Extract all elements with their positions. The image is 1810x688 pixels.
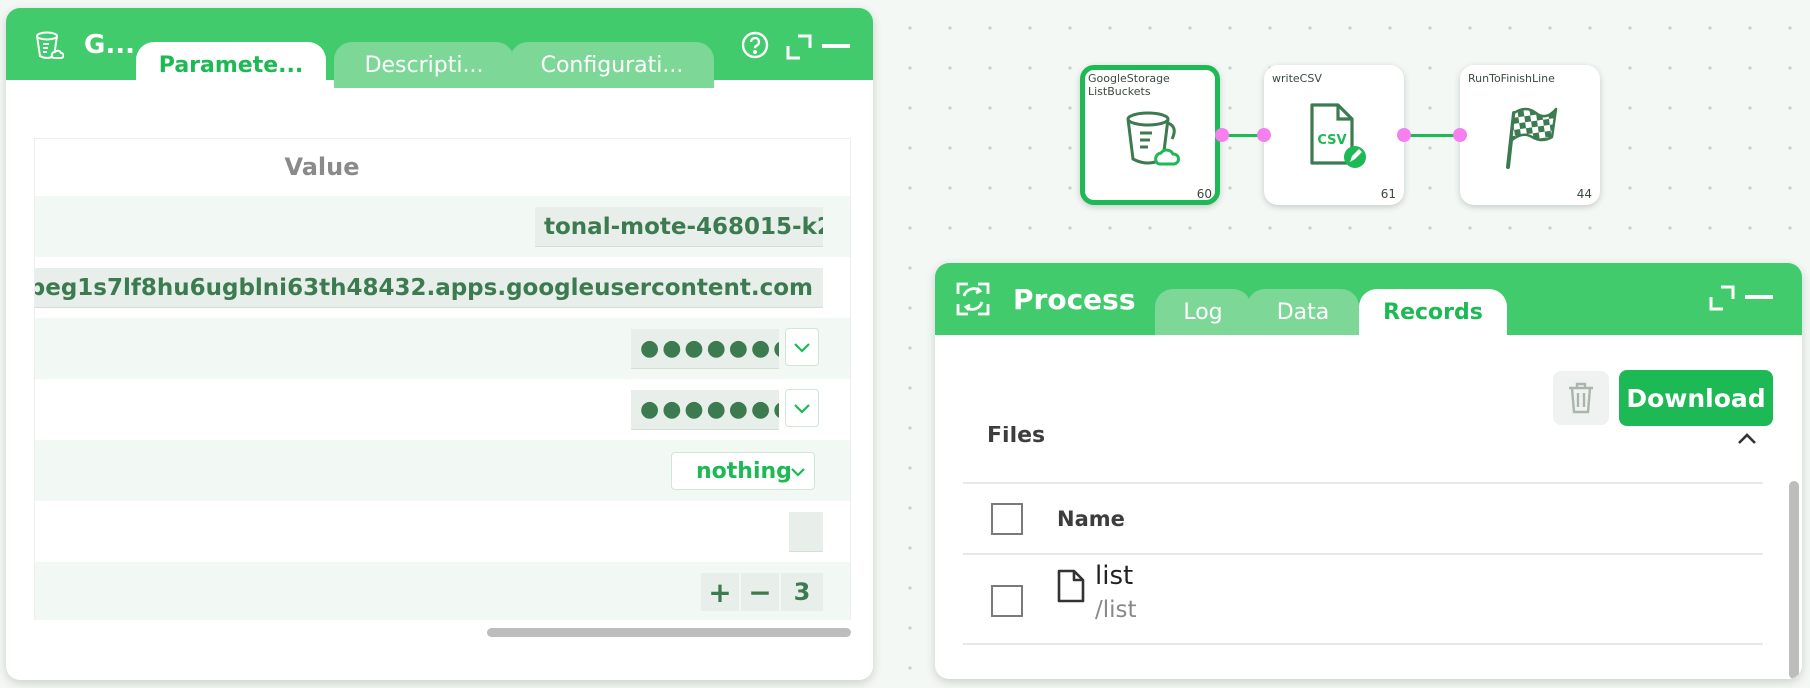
table-row [34, 501, 851, 562]
tab-log[interactable]: Log [1155, 289, 1251, 335]
horizontal-scrollbar[interactable] [487, 628, 851, 637]
node-number: 60 [1196, 187, 1212, 201]
tab-parameters[interactable]: Paramete... [136, 42, 326, 88]
download-button[interactable]: Download [1619, 370, 1773, 426]
panel-title: Process [1013, 283, 1136, 316]
files-section-title: Files [987, 426, 1046, 446]
tab-label: Data [1276, 299, 1330, 325]
file-path: /list [1095, 597, 1137, 623]
option-select[interactable]: nothing [671, 452, 815, 490]
select-value: nothing [696, 458, 792, 484]
trash-icon [1569, 382, 1593, 414]
table-row: tonal-mote-468015-k2 [34, 196, 851, 257]
tab-records[interactable]: Records [1359, 289, 1507, 335]
connector-line [1404, 134, 1460, 137]
minimize-icon[interactable] [820, 38, 852, 56]
csv-icon-text: CSV [1317, 133, 1346, 148]
tab-label: Descripti... [364, 52, 484, 78]
parameters-panel: G... Paramete... Descripti... Configurat… [6, 8, 873, 680]
select-all-checkbox[interactable] [991, 503, 1023, 535]
list-item[interactable]: list /list [963, 555, 1763, 643]
value-header-label: Value [284, 153, 360, 181]
parameters-panel-header: G... Paramete... Descripti... Configurat… [6, 8, 873, 88]
stepper-minus-button[interactable]: − [741, 573, 779, 611]
process-panel: Process Log Data Records Download Files [935, 263, 1802, 679]
client-secret-field[interactable]: ●●●●●●●●●● [631, 329, 779, 369]
value-column-header: Value [34, 138, 851, 196]
file-name: list [1095, 561, 1134, 591]
expand-icon[interactable] [784, 32, 814, 62]
client-secret-dropdown[interactable] [785, 328, 819, 366]
checkered-flag-icon [1504, 101, 1560, 171]
bucket-cloud-icon [1121, 108, 1185, 172]
node-number: 61 [1380, 187, 1396, 201]
divider [963, 482, 1763, 484]
table-row: nothing [34, 440, 851, 501]
node-writecsv[interactable]: writeCSV CSV 61 [1264, 65, 1404, 205]
client-id-field[interactable]: 0dtbbeg1s7lf8hu6ugblni63th48432.apps.goo… [35, 268, 823, 308]
csv-file-icon: CSV [1306, 101, 1370, 171]
table-row: ●●●●●●●●●● [34, 318, 851, 379]
input-port[interactable] [1257, 128, 1271, 142]
divider [963, 643, 1763, 645]
chevron-down-icon [791, 468, 805, 477]
node-label-line: ListBuckets [1088, 85, 1151, 98]
output-port[interactable] [1215, 128, 1229, 142]
table-row: 0dtbbeg1s7lf8hu6ugblni63th48432.apps.goo… [34, 257, 851, 318]
node-label: GoogleStorage ListBuckets [1088, 72, 1170, 98]
vertical-scrollbar[interactable] [1789, 481, 1799, 679]
node-googlestorage-listbuckets[interactable]: GoogleStorage ListBuckets 60 [1080, 65, 1220, 205]
project-id-field[interactable]: tonal-mote-468015-k2 [535, 207, 823, 247]
node-label: RunToFinishLine [1468, 72, 1555, 85]
tab-label: Log [1183, 299, 1223, 325]
help-icon[interactable] [738, 28, 772, 62]
client-id-value: 0dtbbeg1s7lf8hu6ugblni63th48432.apps.goo… [35, 275, 813, 301]
stepper-value[interactable]: 3 [781, 573, 823, 611]
row-checkbox[interactable] [991, 585, 1023, 617]
process-icon [953, 279, 993, 319]
delete-button[interactable] [1553, 371, 1609, 425]
file-icon [1055, 567, 1087, 605]
tab-label: Paramete... [158, 52, 304, 78]
tab-configuration[interactable]: Configurati... [510, 42, 714, 88]
tab-description[interactable]: Descripti... [334, 42, 514, 88]
parameters-table: Value tonal-mote-468015-k2 0dtbbeg1s7lf8… [34, 138, 851, 620]
expand-icon[interactable] [1707, 283, 1737, 313]
table-row: ●●●●●●●●●● [34, 379, 851, 440]
bucket-icon [32, 28, 66, 64]
minimize-icon[interactable] [1743, 289, 1775, 307]
node-number: 44 [1576, 187, 1592, 201]
chevron-down-icon [794, 404, 810, 414]
tab-label: Records [1383, 299, 1483, 325]
node-label-line: GoogleStorage [1088, 72, 1170, 85]
panel-title: G... [84, 30, 135, 60]
empty-value-field[interactable] [789, 512, 823, 552]
output-port[interactable] [1397, 128, 1411, 142]
tab-data[interactable]: Data [1247, 289, 1359, 335]
process-panel-header: Process Log Data Records [935, 263, 1802, 335]
node-label: writeCSV [1272, 72, 1322, 85]
table-row: + − 3 [34, 562, 851, 620]
chevron-down-icon [794, 343, 810, 353]
input-port[interactable] [1453, 128, 1467, 142]
chevron-up-icon[interactable] [1735, 431, 1759, 447]
name-column-header: Name [1057, 507, 1125, 531]
node-runtofinishline[interactable]: RunToFinishLine 44 [1460, 65, 1600, 205]
stepper-plus-button[interactable]: + [701, 573, 739, 611]
tab-label: Configurati... [540, 52, 684, 78]
refresh-token-dropdown[interactable] [785, 389, 819, 427]
refresh-token-field[interactable]: ●●●●●●●●●● [631, 390, 779, 430]
